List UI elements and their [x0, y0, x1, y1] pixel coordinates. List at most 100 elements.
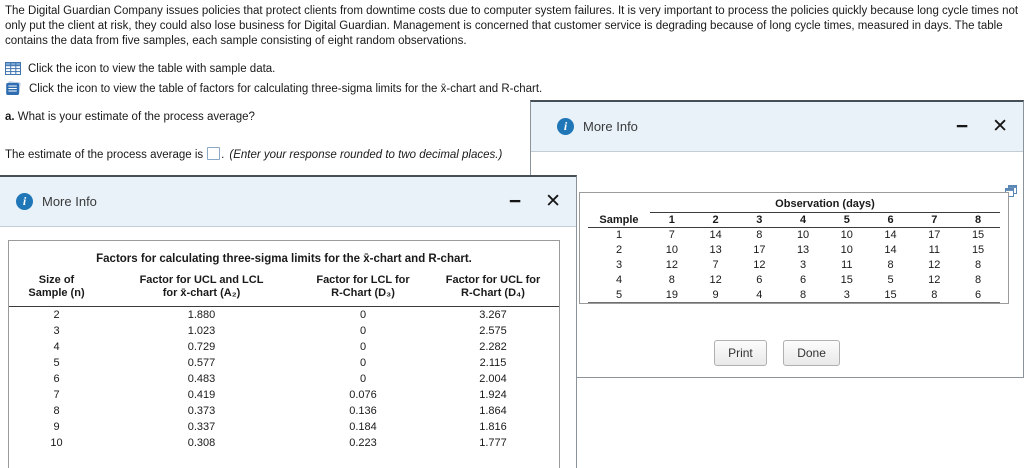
minimize-icon[interactable]: −	[509, 191, 521, 212]
table-cell: 1.924	[479, 388, 507, 401]
table-cell: 4	[615, 274, 623, 286]
table-cell: 15	[971, 244, 985, 256]
table-cell: 13	[709, 244, 722, 256]
sample-data-table-icon[interactable]	[5, 62, 21, 75]
table-cell: 15	[971, 229, 985, 242]
table-cell: 2	[53, 308, 60, 321]
table-cell: 9	[53, 420, 60, 433]
table-cell: 6	[756, 274, 763, 286]
sample-data-link-row: Click the icon to view the table with sa…	[5, 62, 1019, 75]
observation-dialog-header[interactable]: i More Info − ✕	[531, 102, 1023, 152]
table-cell: 6	[956, 287, 1000, 303]
table-cell: 1.023	[187, 324, 216, 337]
column-header: 6	[868, 212, 913, 228]
observation-table-title: Observation (days)	[650, 197, 1000, 213]
table-cell: 3	[800, 259, 807, 271]
table-cell: 0.577	[187, 356, 216, 369]
table-cell: 10	[840, 229, 853, 242]
table-cell: 15	[840, 274, 853, 286]
table-row: 3 1.023 0 2.575	[9, 323, 559, 339]
table-row: 1 7 14 8 10 10 14 17 15	[588, 228, 1000, 243]
table-cell: 1.816	[479, 420, 507, 433]
table-row: 5 0.577 0 2.115	[9, 355, 559, 371]
table-row: 2 1.880 0 3.267	[9, 307, 559, 323]
table-cell: 14	[884, 229, 897, 242]
table-cell: 5	[887, 274, 894, 286]
table-cell: 0.483	[187, 372, 216, 385]
table-cell: 19	[650, 287, 694, 303]
factors-link-row: Click the icon to view the table of fact…	[5, 81, 1019, 96]
table-row: 3 12 7 12 3 11 8 12 8	[588, 258, 1000, 273]
observation-title-row: Observation (days)	[588, 197, 1000, 213]
column-header: 3	[737, 212, 782, 228]
print-button[interactable]: Print	[714, 340, 767, 366]
table-cell: 17	[753, 244, 766, 256]
table-cell: 5	[53, 356, 60, 369]
table-row: 5 19 9 4 8 3 15 8 6	[588, 287, 1000, 303]
table-cell: 10	[50, 436, 63, 449]
table-cell: 11	[928, 244, 940, 256]
factors-dialog-body: Factors for calculating three-sigma limi…	[0, 227, 576, 468]
table-cell: 12	[753, 259, 766, 271]
table-cell: 1.864	[479, 404, 507, 417]
table-cell: 0	[359, 324, 367, 337]
table-row: 2 10 13 17 13 10 14 11 15	[588, 243, 1000, 258]
table-cell: 8	[781, 287, 825, 303]
table-row: 4 8 12 6 6 15 5 12 8	[588, 273, 1000, 288]
dialog-title: More Info	[583, 119, 638, 134]
column-header: 5	[824, 212, 869, 228]
factors-dialog-header[interactable]: i More Info − ✕	[0, 177, 576, 227]
table-cell: 8	[668, 274, 675, 286]
table-cell: 12	[709, 274, 722, 286]
close-icon[interactable]: ✕	[545, 192, 561, 211]
problem-statement: The Digital Guardian Company issues poli…	[5, 5, 1019, 47]
info-icon-glyph: i	[22, 194, 27, 208]
table-row: 10 0.308 0.223 1.777	[9, 435, 559, 451]
table-cell: 8	[975, 259, 982, 271]
minimize-icon[interactable]: −	[956, 116, 968, 137]
column-header: Factor for UCL for R-Chart (D₄)	[427, 272, 559, 307]
table-row: 8 0.373 0.136 1.864	[9, 403, 559, 419]
answer-hint: (Enter your response rounded to two deci…	[229, 149, 503, 161]
table-cell: 0.076	[349, 388, 377, 401]
table-cell: 10	[840, 244, 853, 256]
table-cell: 0.308	[187, 436, 216, 449]
answer-input-box[interactable]	[207, 147, 221, 160]
table-cell: 3.267	[479, 308, 507, 321]
more-info-dialog-factors: i More Info − ✕ Factors for calculating …	[0, 175, 577, 468]
table-cell: 8	[912, 287, 957, 303]
column-header: Factor for LCL for R-Chart (D₃)	[299, 272, 427, 307]
observation-dialog-body: Observation (days) Sample 12345678 1 7 14 8…	[531, 152, 1023, 376]
table-cell: 7	[712, 259, 719, 271]
table-cell: 0.184	[349, 420, 377, 433]
table-cell: 3	[824, 287, 869, 303]
question-a-label: a.	[5, 111, 15, 123]
table-cell: 4	[737, 287, 782, 303]
table-cell: 5	[588, 287, 650, 303]
sample-data-link-text: Click the icon to view the table with sa…	[28, 62, 276, 75]
table-cell: 0	[359, 356, 367, 369]
observation-table-body: 1 7 14 8 10 10 14 17 15 2 10 13 17 13 10 14 11 15 3 12 7 12 3 1…	[588, 228, 1000, 303]
column-header: 7	[912, 212, 957, 228]
factors-table: Factors for calculating three-sigma limi…	[8, 240, 560, 468]
table-cell: 9	[693, 287, 738, 303]
done-button[interactable]: Done	[783, 340, 840, 366]
table-cell: 8	[887, 259, 894, 271]
table-cell: 1.777	[479, 436, 507, 449]
table-cell: 0	[359, 308, 367, 321]
observation-header-row: Sample 12345678	[588, 212, 1000, 228]
close-icon[interactable]: ✕	[992, 117, 1008, 136]
table-cell: 0.373	[187, 404, 216, 417]
column-header: 2	[693, 212, 738, 228]
column-header: 8	[956, 212, 1000, 228]
table-cell: 3	[53, 324, 60, 337]
factors-table-icon[interactable]	[5, 81, 22, 96]
table-cell: 14	[709, 229, 722, 242]
table-cell: 6	[53, 372, 60, 385]
table-cell: 2	[615, 244, 623, 256]
table-cell: 1.880	[187, 308, 216, 321]
table-cell: 11	[841, 259, 853, 271]
table-cell: 8	[53, 404, 60, 417]
table-cell: 2.115	[479, 356, 507, 369]
factors-table-body: 2 1.880 0 3.267 3 1.023 0 2.575 4 0.729 0 2.282 5 0.5…	[9, 307, 559, 451]
